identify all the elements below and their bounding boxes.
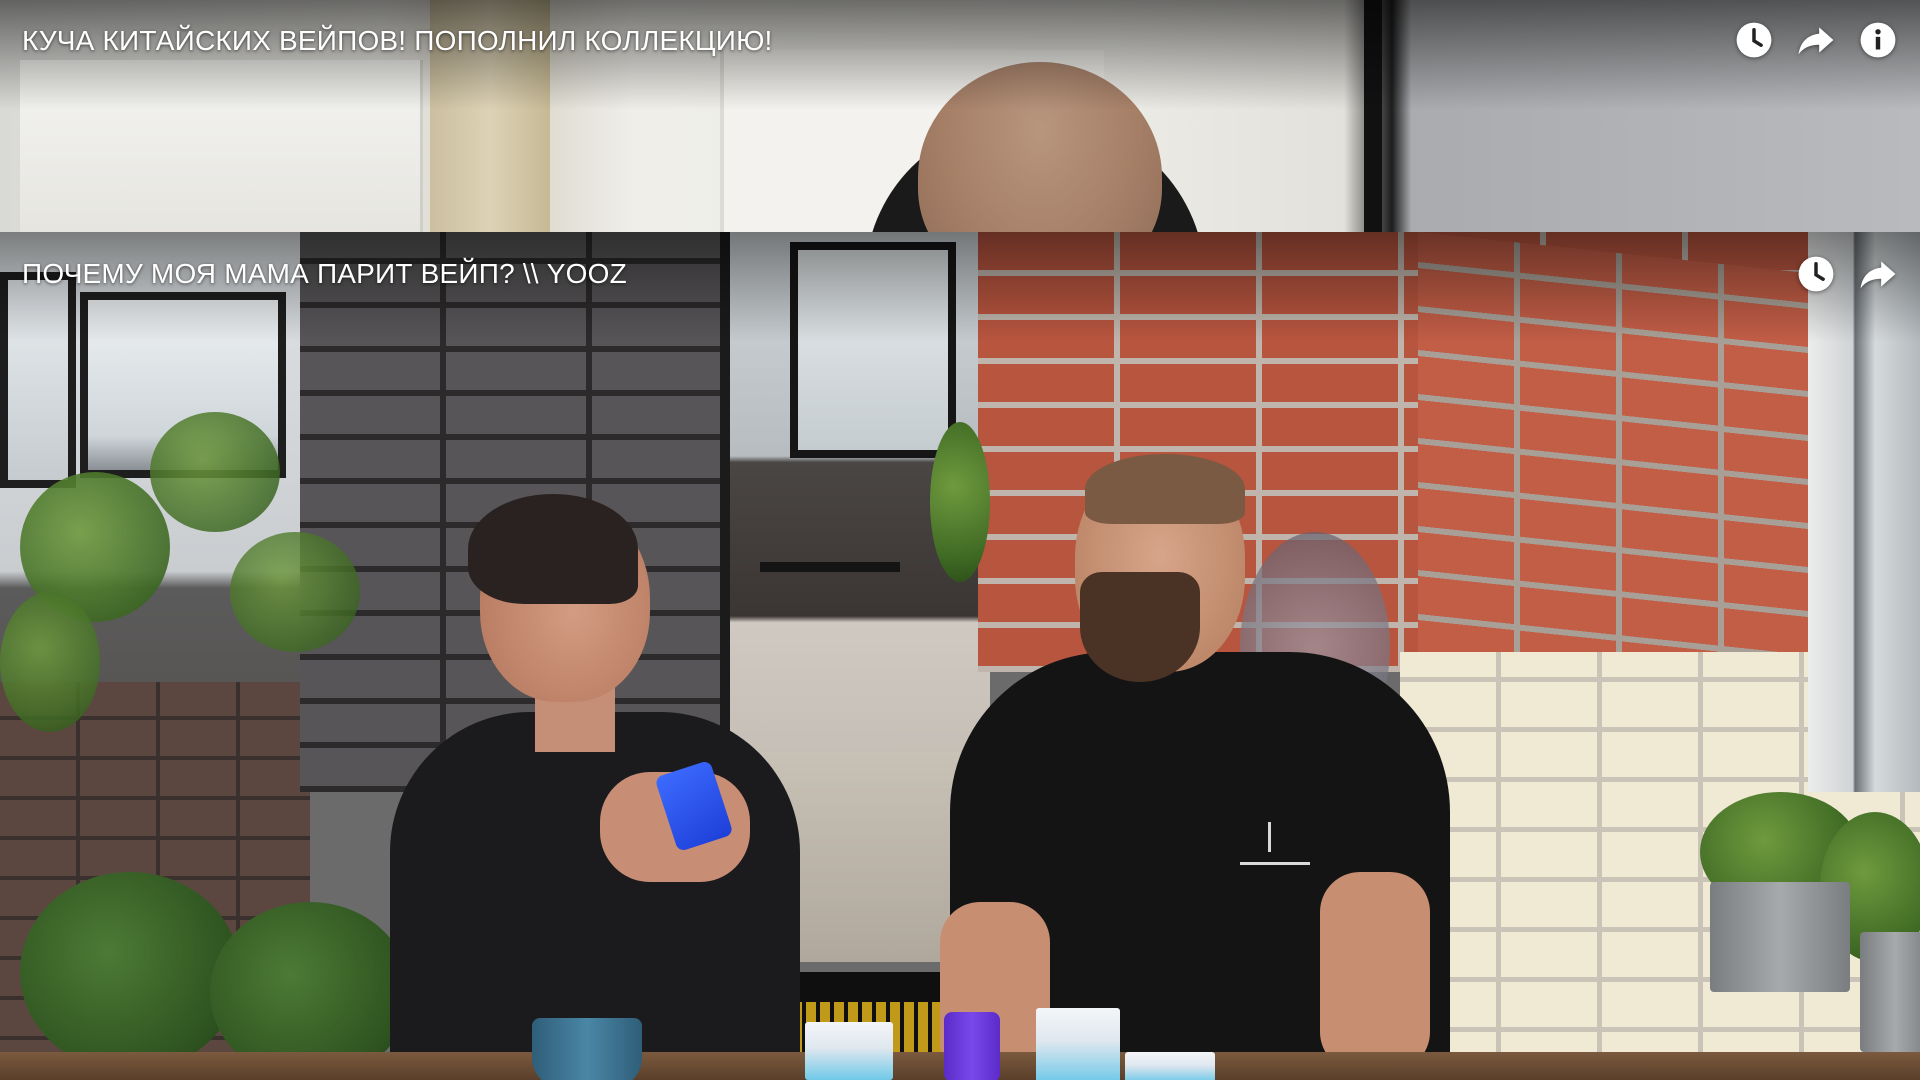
plant: [230, 532, 360, 652]
video-tile-main[interactable]: ПОЧЕМУ МОЯ МАМА ПАРИТ ВЕЙП? \\ YOOZ: [0, 232, 1920, 1080]
background-table: [760, 562, 900, 572]
watch-later-icon[interactable]: [1796, 254, 1836, 294]
vape-device-purple: [944, 1012, 1000, 1080]
plant: [0, 592, 100, 732]
plant: [20, 872, 240, 1072]
plant: [930, 422, 990, 582]
share-icon[interactable]: [1858, 254, 1898, 294]
share-icon[interactable]: [1796, 20, 1836, 60]
watch-later-icon[interactable]: [1734, 20, 1774, 60]
plant: [150, 412, 280, 532]
video-tile-top[interactable]: КУЧА КИТАЙСКИХ ВЕЙПОВ! ПОПОЛНИЛ КОЛЛЕКЦИ…: [0, 0, 1920, 232]
info-icon[interactable]: [1858, 20, 1898, 60]
product-box: [1125, 1052, 1215, 1080]
product-box: [805, 1022, 893, 1080]
mug: [532, 1018, 642, 1080]
video-wall: КУЧА КИТАЙСКИХ ВЕЙПОВ! ПОПОЛНИЛ КОЛЛЕКЦИ…: [0, 0, 1920, 1080]
person-man-arm: [1320, 872, 1430, 1072]
video-actions: [1734, 20, 1898, 60]
flower-pot: [1710, 882, 1850, 992]
flower-pot: [1860, 932, 1920, 1052]
video-title[interactable]: КУЧА КИТАЙСКИХ ВЕЙПОВ! ПОПОЛНИЛ КОЛЛЕКЦИ…: [22, 25, 773, 57]
video-title[interactable]: ПОЧЕМУ МОЯ МАМА ПАРИТ ВЕЙП? \\ YOOZ: [22, 258, 627, 290]
product-box: [1036, 1008, 1120, 1080]
potted-plants: [1700, 642, 1920, 1062]
video-actions: [1796, 254, 1898, 294]
person-woman-hair: [468, 494, 638, 604]
person-man-beard: [1080, 572, 1200, 682]
person-man-hair: [1085, 454, 1245, 524]
shirt-logo: [1240, 822, 1310, 865]
